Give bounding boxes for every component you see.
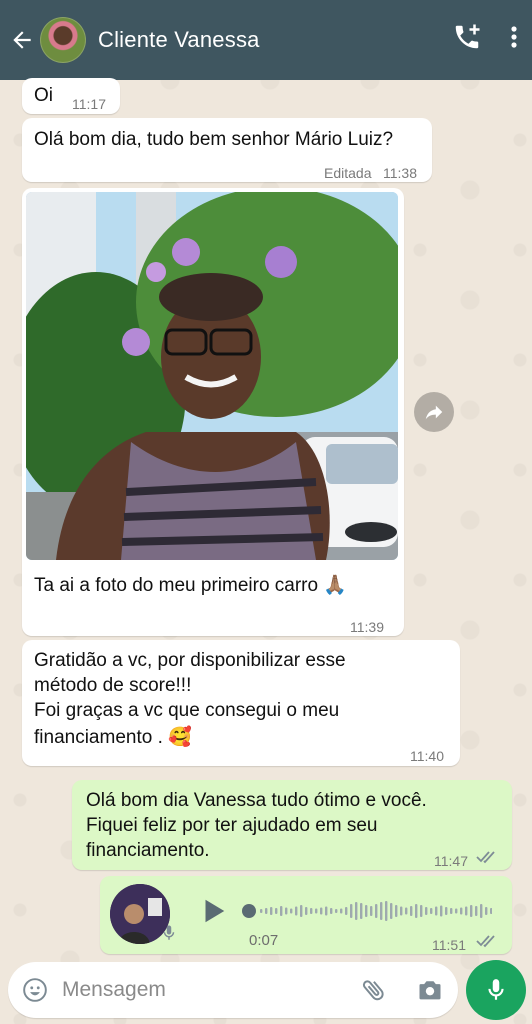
waveform-bar <box>315 908 318 914</box>
waveform-bar <box>390 903 393 919</box>
play-icon[interactable] <box>198 896 228 926</box>
waveform-bar <box>405 907 408 915</box>
image-caption: Ta ai a foto do meu primeiro carro 🙏🏽 <box>34 575 348 596</box>
waveform-bar <box>370 906 373 916</box>
waveform-bar <box>460 907 463 915</box>
waveform-bar <box>435 906 438 916</box>
waveform-bar <box>350 904 353 918</box>
waveform-bar <box>305 907 308 915</box>
camera-icon[interactable] <box>416 976 444 1004</box>
waveform-bar <box>360 903 363 919</box>
waveform-bar <box>485 907 488 915</box>
waveform-bar <box>430 908 433 914</box>
message-bubble-outgoing[interactable]: Olá bom dia Vanessa tudo ótimo e você. F… <box>72 780 512 870</box>
waveform-bar <box>310 908 313 914</box>
share-forward-icon <box>425 405 443 420</box>
message-bubble[interactable]: Oi 11:17 <box>22 78 120 114</box>
waveform-bar <box>295 906 298 916</box>
waveform-bar <box>290 908 293 914</box>
edited-label: Editada <box>324 165 372 181</box>
message-line: financiamento . 🥰 <box>34 727 192 748</box>
waveform-bar <box>400 906 403 916</box>
waveform-bar <box>420 905 423 917</box>
contact-name[interactable]: Cliente Vanessa <box>98 27 260 53</box>
contact-avatar[interactable] <box>40 17 86 63</box>
add-call-icon[interactable] <box>452 22 482 52</box>
waveform-bar <box>340 908 343 914</box>
waveform-bar <box>410 906 413 916</box>
waveform-bar <box>380 902 383 920</box>
message-time: 11:17 <box>72 96 106 112</box>
waveform-bar <box>335 909 338 913</box>
message-line: financiamento. <box>86 840 210 861</box>
waveform-bar <box>440 905 443 917</box>
message-time: 11:38 <box>383 165 417 181</box>
shared-photo[interactable] <box>26 192 398 560</box>
waveform-bar <box>280 906 283 916</box>
paperclip-icon[interactable] <box>360 976 388 1004</box>
message-time: 11:40 <box>410 748 444 764</box>
waveform-bar <box>365 905 368 917</box>
back-button[interactable] <box>4 0 40 80</box>
arrow-left-icon <box>13 31 31 49</box>
waveform-bar <box>260 909 263 913</box>
message-line: Olá bom dia Vanessa tudo ótimo e você. <box>86 790 427 811</box>
message-input-bar[interactable]: Mensagem <box>8 962 458 1018</box>
waveform-bar <box>490 908 492 914</box>
waveform-bar <box>345 907 348 915</box>
chat-header: Cliente Vanessa <box>0 0 532 80</box>
waveform-bar <box>320 907 323 915</box>
waveform-bar <box>475 906 478 916</box>
microphone-icon <box>488 979 504 1000</box>
double-check-icon <box>476 851 495 864</box>
waveform-bar <box>270 907 273 915</box>
message-bubble[interactable]: Gratidão a vc, por disponibilizar esse m… <box>22 640 460 766</box>
double-check-icon <box>476 935 495 948</box>
message-time: 11:39 <box>350 619 384 635</box>
waveform-bar <box>265 908 268 914</box>
waveform-bar <box>450 908 453 914</box>
message-time: 11:47 <box>434 853 468 869</box>
waveform-bar <box>455 908 458 914</box>
forward-button[interactable] <box>414 392 454 432</box>
message-line: Fiquei feliz por ter ajudado em seu <box>86 815 378 836</box>
message-bubble[interactable]: Olá bom dia, tudo bem senhor Mário Luiz?… <box>22 118 432 182</box>
waveform-bar <box>325 906 328 916</box>
voice-record-button[interactable] <box>466 960 526 1020</box>
microphone-small-icon <box>163 925 175 940</box>
waveform-bar <box>300 905 303 917</box>
waveform-bar <box>330 908 333 914</box>
waveform-bar <box>355 902 358 920</box>
message-line: método de score!!! <box>34 675 192 696</box>
audio-waveform[interactable] <box>242 898 492 924</box>
waveform-bar <box>375 904 378 918</box>
waveform-bar <box>425 907 428 915</box>
message-text: Olá bom dia, tudo bem senhor Mário Luiz? <box>34 129 394 150</box>
message-time: 11:51 <box>432 937 466 953</box>
message-line: Foi graças a vc que consegui o meu <box>34 700 340 721</box>
more-vertical-icon[interactable] <box>510 25 518 49</box>
message-line: Gratidão a vc, por disponibilizar esse <box>34 650 346 671</box>
waveform-bar <box>415 904 418 918</box>
message-text: Oi <box>34 85 53 106</box>
waveform-bar <box>385 901 388 921</box>
waveform-bar <box>480 904 483 918</box>
waveform-bar <box>465 906 468 916</box>
message-input[interactable]: Mensagem <box>62 978 166 1002</box>
emoji-icon[interactable] <box>22 977 48 1003</box>
waveform-bar <box>395 905 398 917</box>
waveform-bar <box>470 905 473 917</box>
audio-duration: 0:07 <box>249 932 279 949</box>
waveform-bar <box>275 908 278 914</box>
waveform-bar <box>285 907 288 915</box>
waveform-bar <box>445 907 448 915</box>
